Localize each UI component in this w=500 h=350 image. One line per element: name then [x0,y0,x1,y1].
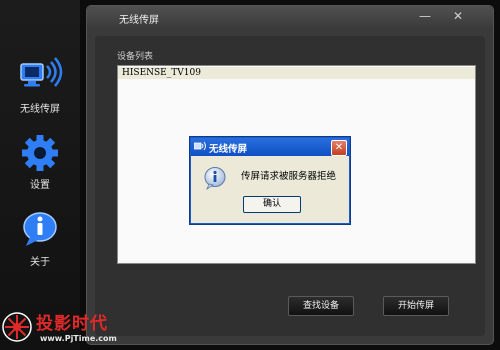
start-cast-button[interactable]: 开始传屏 [383,296,449,316]
wireless-screen-icon [20,57,63,87]
minimize-button[interactable]: — [419,9,431,23]
error-dialog: 无线传屏 ✕ 传屏请求被服务器拒绝 确认 [190,137,350,224]
info-icon [204,167,226,190]
sidebar-item-label: 设置 [30,180,50,191]
dialog-titlebar[interactable]: 无线传屏 ✕ [191,138,349,156]
window-titlebar[interactable]: 无线传屏 — ✕ [87,6,493,28]
app-icon [194,141,206,151]
sidebar: 无线传屏 设置 关于 [0,0,80,350]
device-list-label: 设备列表 [117,52,154,62]
find-devices-button[interactable]: 查找设备 [288,296,354,316]
list-item-device[interactable]: HISENSE_TV109 [118,67,475,79]
sidebar-item-settings[interactable]: 设置 [0,134,80,191]
dialog-message: 传屏请求被服务器拒绝 [241,171,337,182]
dialog-title: 无线传屏 [209,144,248,155]
sidebar-item-label: 关于 [30,257,50,268]
sidebar-item-wireless-screen[interactable]: 无线传屏 [0,56,80,115]
watermark-url: www.PjTime.com [40,334,117,343]
window-title: 无线传屏 [119,15,159,26]
info-bubble-icon [23,212,57,246]
gear-icon [22,135,58,171]
dialog-close-button[interactable]: ✕ [331,140,347,156]
sidebar-item-about[interactable]: 关于 [0,209,80,268]
sidebar-item-label: 无线传屏 [20,104,60,115]
watermark-text: 投影时代 [36,314,108,334]
close-button[interactable]: ✕ [453,9,463,23]
dialog-ok-button[interactable]: 确认 [243,196,301,213]
